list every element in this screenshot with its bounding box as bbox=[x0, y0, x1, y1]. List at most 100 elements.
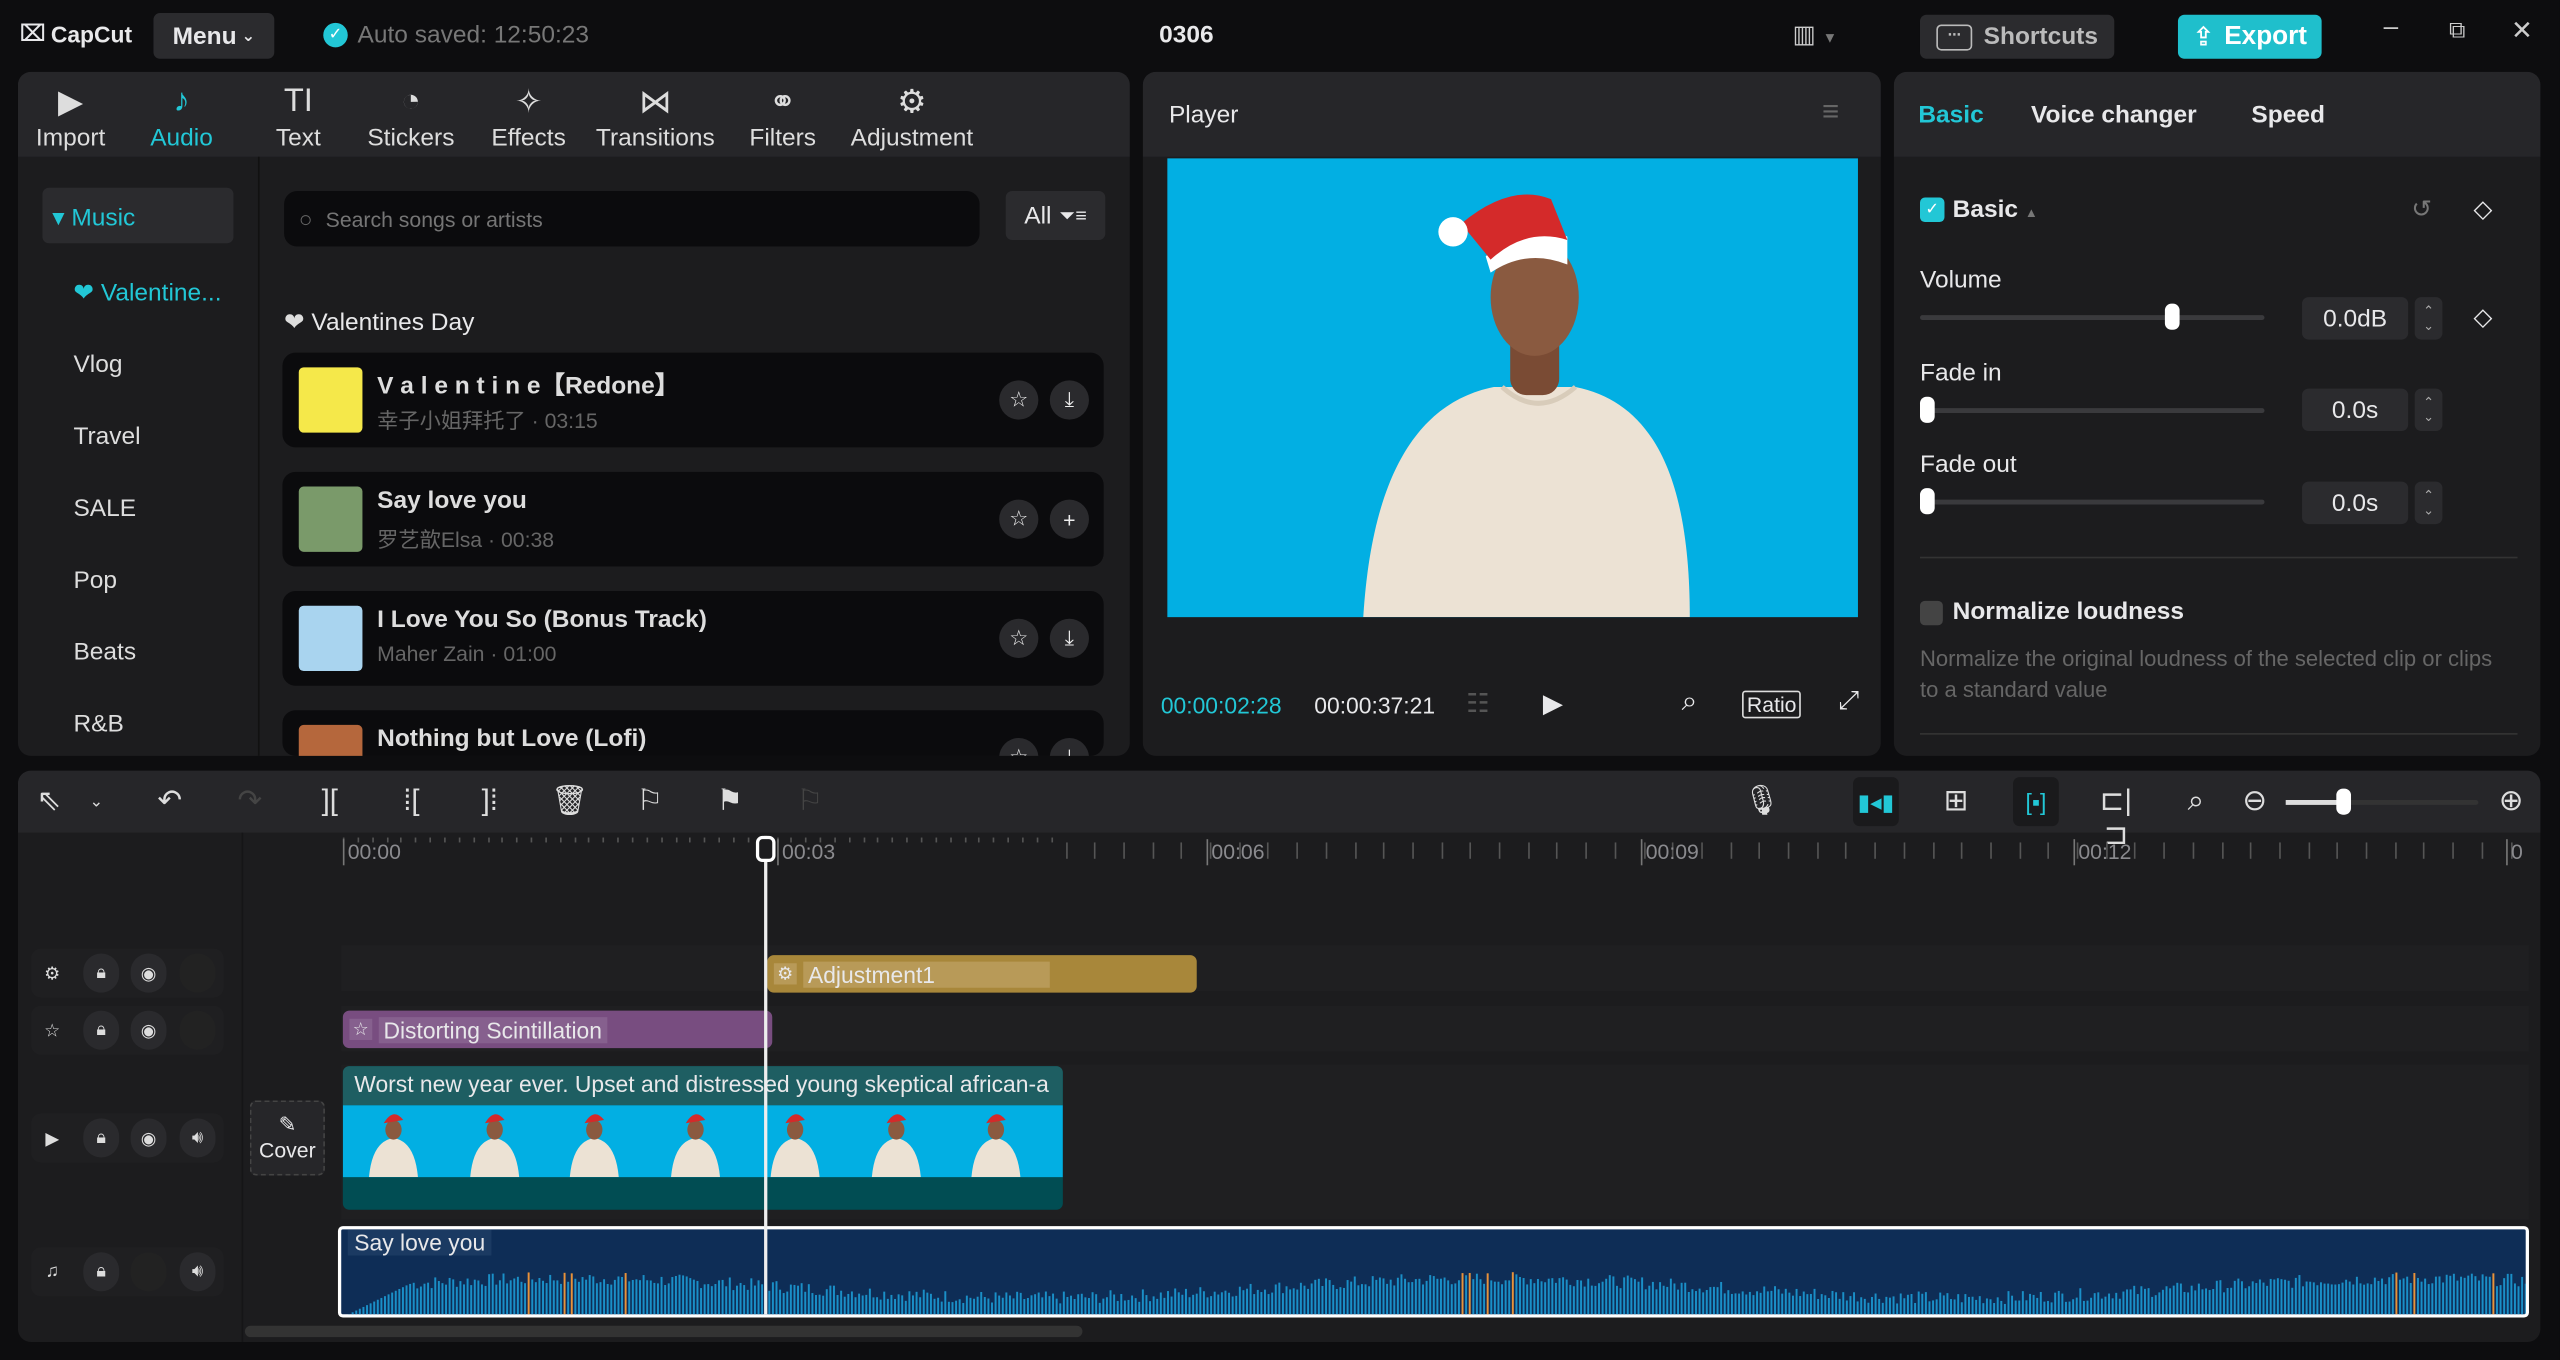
toolbar-text[interactable]: TI Text bbox=[276, 78, 321, 151]
eye-icon[interactable]: ◉ bbox=[130, 953, 167, 993]
marker-icon[interactable]: ⚑ bbox=[710, 784, 749, 818]
auto-snap-icon[interactable]: ⊞ bbox=[1936, 784, 1975, 818]
fadein-slider[interactable] bbox=[1919, 396, 2265, 423]
favorite-button[interactable]: ☆ bbox=[999, 737, 1039, 756]
fullscreen-icon[interactable]: ⤢ bbox=[1838, 687, 1859, 716]
zoom-in-icon[interactable]: ⊕ bbox=[2491, 784, 2530, 818]
download-button[interactable]: ⤓ bbox=[1049, 618, 1089, 658]
toolbar-filters[interactable]: ⚭ Filters bbox=[749, 78, 816, 152]
redo-icon[interactable]: ↷ bbox=[230, 784, 269, 818]
lock-icon[interactable]: 🔒︎ bbox=[83, 1252, 120, 1292]
audio-clip[interactable]: Say love you bbox=[337, 1226, 2529, 1318]
lock-icon[interactable]: 🔒︎ bbox=[83, 953, 120, 993]
volume-keyframe-icon[interactable]: ◇ bbox=[2473, 302, 2492, 332]
lock-icon[interactable]: 🔒︎ bbox=[83, 1118, 120, 1158]
minimize-button[interactable]: – bbox=[2384, 13, 2399, 42]
tab-speed[interactable]: Speed bbox=[2251, 101, 2324, 129]
add-button[interactable]: + bbox=[1049, 499, 1089, 539]
sidebar-item-travel[interactable]: Travel bbox=[73, 423, 140, 451]
cover-button[interactable]: ✎ Cover bbox=[249, 1100, 325, 1176]
sidebar-item-beats[interactable]: Beats bbox=[73, 638, 136, 666]
close-button[interactable]: ✕ bbox=[2511, 15, 2533, 48]
effect-clip[interactable]: ☆ Distorting Scintillation bbox=[342, 1010, 773, 1049]
waveform-grid-icon[interactable]: ☷ bbox=[1466, 687, 1489, 720]
fadeout-slider[interactable] bbox=[1919, 488, 2265, 515]
lock-icon[interactable]: 🔒︎ bbox=[83, 1010, 120, 1050]
sidebar-item-sale[interactable]: SALE bbox=[73, 495, 136, 523]
main-track-magnet-icon[interactable]: ▮◂▮ bbox=[1853, 777, 1899, 827]
sidebar-item-rnb[interactable]: R&B bbox=[73, 710, 123, 738]
timeline-zoom-fit-icon[interactable]: ⌕ bbox=[2176, 784, 2215, 818]
sidebar-item-vlog[interactable]: Vlog bbox=[73, 351, 122, 379]
video-clip[interactable]: Worst new year ever. Upset and distresse… bbox=[342, 1066, 1063, 1210]
microphone-icon[interactable]: 🎙︎ bbox=[1742, 784, 1781, 818]
timeline-zoom-slider[interactable] bbox=[2285, 788, 2479, 815]
adjustment-clip[interactable]: ⚙︎ Adjustment1 bbox=[767, 955, 1197, 993]
restore-button[interactable]: ⧉ bbox=[2449, 16, 2465, 44]
tab-basic[interactable]: Basic bbox=[1918, 101, 1983, 129]
fadein-input[interactable]: 0.0s bbox=[2302, 388, 2409, 432]
remove-marker-icon[interactable]: ⚐ bbox=[790, 784, 829, 818]
toolbar-adjustment[interactable]: ⚙︎ Adjustment bbox=[851, 78, 974, 152]
undo-icon[interactable]: ↶ bbox=[150, 784, 189, 818]
select-dropdown-icon[interactable]: ⌄ bbox=[77, 793, 116, 811]
search-box[interactable]: ○ bbox=[284, 191, 980, 247]
volume-slider[interactable] bbox=[1919, 303, 2265, 330]
normalize-checkbox[interactable] bbox=[1919, 600, 1943, 626]
split-right-icon[interactable]: ]⁞ bbox=[470, 784, 509, 818]
sidebar-item-valentine[interactable]: ❤ Valentine... bbox=[73, 278, 221, 307]
eye-icon[interactable]: ◉ bbox=[130, 1010, 167, 1050]
ratio-button[interactable]: Ratio bbox=[1742, 690, 1802, 719]
play-button[interactable]: ▶ bbox=[1543, 687, 1563, 720]
ai-marker-icon[interactable]: ⚐ bbox=[630, 784, 669, 818]
speaker-icon[interactable]: 🔊︎ bbox=[179, 1252, 216, 1292]
volume-input[interactable]: 0.0dB bbox=[2302, 297, 2409, 340]
timeline-scrollbar[interactable] bbox=[244, 1325, 1083, 1338]
toolbar-stickers[interactable]: ◔ Stickers bbox=[367, 78, 454, 151]
export-button[interactable]: ⇪ Export bbox=[2177, 14, 2322, 59]
basic-checkbox[interactable]: ✓ bbox=[1919, 197, 1945, 223]
shortcuts-button[interactable]: ⋯ Shortcuts bbox=[1919, 14, 2115, 59]
split-left-icon[interactable]: ⁞[ bbox=[392, 784, 431, 818]
playhead-handle[interactable] bbox=[755, 835, 776, 863]
favorite-button[interactable]: ☆ bbox=[999, 499, 1039, 539]
volume-stepper[interactable]: ⌃ ⌄ bbox=[2414, 297, 2443, 340]
zoom-fit-icon[interactable]: ⌕ bbox=[1682, 686, 1698, 719]
fadein-stepper[interactable]: ⌃ ⌄ bbox=[2414, 388, 2443, 432]
filter-button[interactable]: All ⏷≡ bbox=[1005, 191, 1106, 240]
toolbar-audio[interactable]: ♪ Audio bbox=[150, 78, 213, 151]
toolbar-import[interactable]: ▶︎ Import bbox=[36, 78, 105, 152]
toolbar-effects[interactable]: ✧ Effects bbox=[491, 78, 565, 152]
search-input[interactable] bbox=[325, 206, 947, 232]
fadeout-slider-knob[interactable] bbox=[1919, 488, 1935, 515]
favorite-button[interactable]: ☆ bbox=[999, 618, 1039, 658]
delete-icon[interactable]: 🗑︎ bbox=[550, 784, 589, 818]
eye-icon[interactable]: ◉ bbox=[130, 1118, 167, 1158]
song-item[interactable]: Nothing but Love (Lofi) ☆ ⤓ bbox=[282, 710, 1104, 756]
favorite-button[interactable]: ☆ bbox=[999, 380, 1039, 420]
zoom-out-icon[interactable]: ⊖ bbox=[2235, 784, 2274, 818]
fadeout-stepper[interactable]: ⌃ ⌄ bbox=[2414, 481, 2443, 525]
fadeout-input[interactable]: 0.0s bbox=[2302, 481, 2409, 525]
volume-slider-knob[interactable] bbox=[2164, 303, 2180, 330]
sidebar-music[interactable]: ▾ Music bbox=[42, 187, 234, 244]
fadein-slider-knob[interactable] bbox=[1919, 396, 1935, 423]
linkage-icon[interactable]: [▪] bbox=[2013, 777, 2059, 827]
sidebar-item-pop[interactable]: Pop bbox=[73, 567, 117, 595]
song-item[interactable]: Say love you 罗艺歆Elsa · 00:38 ☆ + bbox=[282, 471, 1104, 567]
song-item[interactable]: I Love You So (Bonus Track) Maher Zain ·… bbox=[282, 591, 1104, 686]
toolbar-transitions[interactable]: ⋈ Transitions bbox=[596, 78, 715, 152]
select-tool-icon[interactable]: ⇖ bbox=[29, 784, 68, 818]
song-item[interactable]: V a l e n t i n e【Redone】 幸子小姐拜托了 · 03:1… bbox=[282, 352, 1104, 448]
speaker-icon[interactable]: 🔊︎ bbox=[179, 1118, 216, 1158]
keyframe-icon[interactable]: ◇ bbox=[2473, 194, 2492, 224]
reset-icon[interactable]: ↺ bbox=[2411, 194, 2432, 224]
download-button[interactable]: ⤓ bbox=[1049, 380, 1089, 420]
download-button[interactable]: ⤓ bbox=[1049, 737, 1089, 756]
player-menu-icon[interactable]: ≡ bbox=[1822, 95, 1839, 129]
timeline-zoom-knob[interactable] bbox=[2336, 788, 2352, 815]
player-video[interactable] bbox=[1167, 158, 1858, 618]
menu-button[interactable]: Menu ⌄ bbox=[153, 13, 275, 59]
layout-icon[interactable]: ▥ ▼ bbox=[1793, 20, 1838, 49]
playhead[interactable] bbox=[764, 835, 768, 1315]
